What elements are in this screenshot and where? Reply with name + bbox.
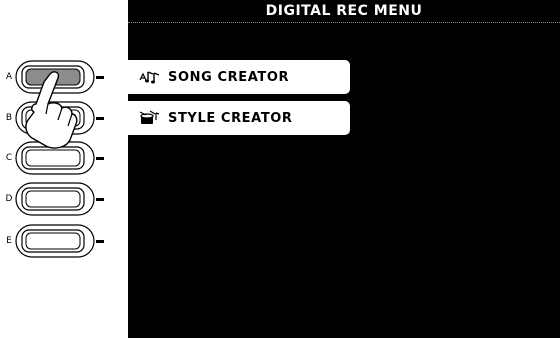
side-label-d: D: [5, 194, 13, 204]
side-button-b-indicator: [96, 117, 104, 120]
pointing-hand-icon: [25, 71, 78, 149]
side-label-e: E: [6, 236, 12, 246]
style-creator-icon: [138, 110, 160, 126]
side-button-c-indicator: [96, 157, 104, 160]
menu-item-label: STYLE CREATOR: [168, 110, 293, 126]
title-bar: DIGITAL REC MENU: [128, 0, 560, 23]
menu-item-song-creator[interactable]: SONG CREATOR: [128, 60, 350, 94]
menu-item-style-creator[interactable]: STYLE CREATOR: [128, 101, 350, 135]
side-label-c: C: [5, 153, 13, 163]
side-button-e-indicator: [96, 240, 104, 243]
page-title: DIGITAL REC MENU: [265, 3, 423, 19]
menu-item-label: SONG CREATOR: [168, 69, 290, 85]
side-button-d-indicator: [96, 198, 104, 201]
side-button-e[interactable]: [15, 224, 95, 258]
lcd-screen: DIGITAL REC MENU SONG CREATOR STYLE CREA…: [128, 0, 560, 338]
side-button-d[interactable]: [15, 182, 95, 216]
side-button-a-indicator: [96, 76, 104, 79]
song-creator-icon: [138, 69, 160, 85]
